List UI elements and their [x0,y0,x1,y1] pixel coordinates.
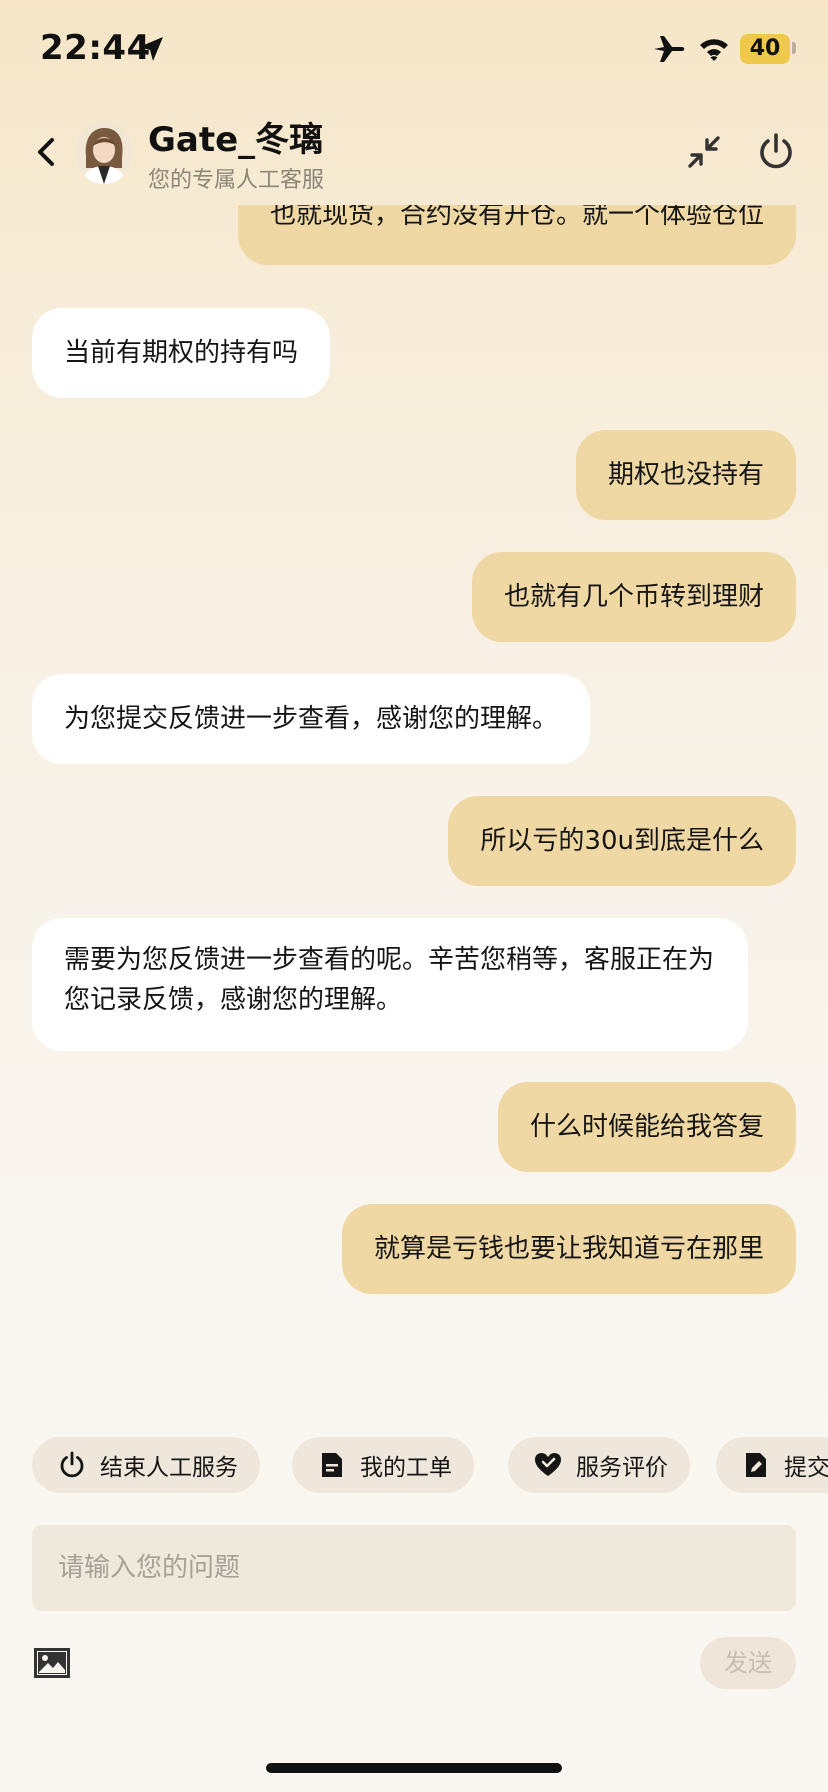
message-bubble-user: 所以亏的30u到底是什么 [448,796,796,886]
agent-name: Gate_冬璃 [148,120,324,160]
heart-rating-icon [535,1453,561,1476]
chip-label: 服务评价 [576,1455,668,1481]
service-rating-chip[interactable]: 服务评价 [508,1437,690,1493]
power-icon[interactable] [756,132,796,172]
chip-label: 提交 [784,1455,828,1481]
question-input[interactable]: 请输入您的问题 [32,1525,796,1611]
chat-messages: 也就现货，合约没有开仓。就一个体验仓位 当前有期权的持有吗 期权也没持有 也就有… [0,205,828,1425]
message-bubble-agent: 当前有期权的持有吗 [32,308,331,398]
status-bar: 22:44 40 [0,0,828,100]
send-button[interactable]: 发送 [700,1637,796,1689]
battery-icon: 40 [740,34,790,64]
agent-subtitle: 您的专属人工客服 [148,168,325,193]
message-bubble-user: 就算是亏钱也要让我知道亏在那里 [341,1204,796,1294]
chip-label: 结束人工服务 [100,1455,238,1481]
ticket-icon [322,1453,342,1477]
edit-icon [746,1453,766,1477]
end-service-chip[interactable]: 结束人工服务 [32,1437,260,1493]
status-time: 22:44 [40,28,151,68]
chip-label: 我的工单 [360,1455,452,1481]
location-arrow-icon [139,37,163,61]
message-bubble-user: 期权也没持有 [575,430,796,520]
battery-cap [792,42,796,54]
battery-level: 40 [749,36,781,61]
home-indicator [266,1763,562,1773]
quick-actions: 结束人工服务 我的工单 服务评价 提交 [0,1437,828,1493]
minimize-icon[interactable] [686,134,722,170]
message-bubble-user: 也就有几个币转到理财 [471,552,796,642]
submit-chip[interactable]: 提交 [716,1437,828,1493]
power-icon [60,1451,84,1478]
message-bubble-agent: 需要为您反馈进一步查看的呢。辛苦您稍等，客服正在为您记录反馈，感谢您的理解。 [32,918,748,1051]
avatar[interactable] [76,122,132,184]
wifi-icon [700,39,728,61]
my-tickets-chip[interactable]: 我的工单 [292,1437,474,1493]
airplane-icon [654,36,685,62]
message-bubble-user: 什么时候能给我答复 [497,1082,796,1172]
message-bubble-agent: 为您提交反馈进一步查看，感谢您的理解。 [32,674,591,764]
back-icon[interactable] [28,130,64,174]
message-bubble-user: 也就现货，合约没有开仓。就一个体验仓位 [237,205,796,265]
image-upload-icon[interactable] [34,1648,70,1678]
chat-header: Gate_冬璃 您的专属人工客服 [0,100,828,205]
